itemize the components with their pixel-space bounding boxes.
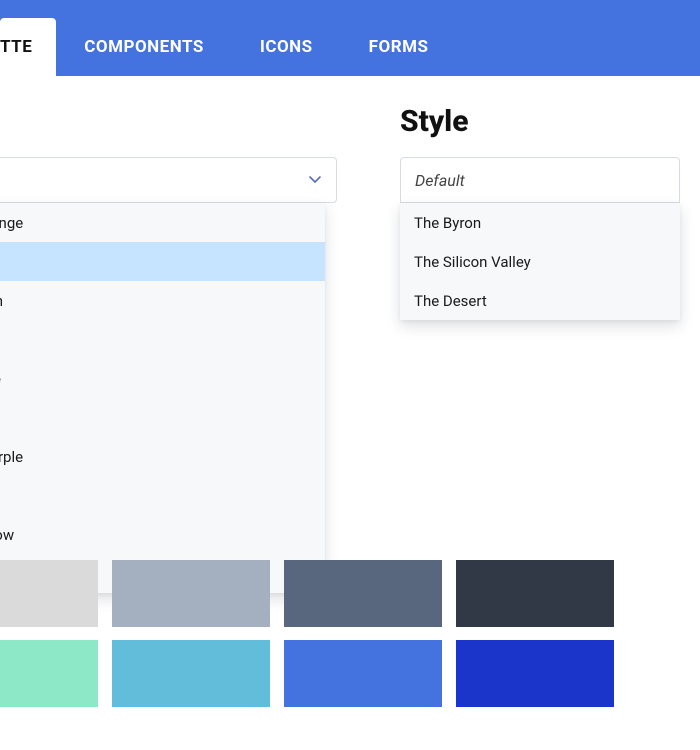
option-label: The Desert (414, 292, 487, 310)
palette-select[interactable]: lt (0, 157, 337, 203)
tab-label: TTE (0, 37, 32, 57)
palette-option-tropical-yellow[interactable]: al Yellow (0, 515, 325, 554)
option-label: The Byron (414, 214, 481, 232)
tab-palette[interactable]: TTE (0, 18, 56, 76)
color-swatch[interactable] (284, 640, 442, 707)
tab-icons[interactable]: ICONS (232, 18, 341, 76)
palette-option-lavender-purple[interactable]: der Purple (0, 437, 325, 476)
style-select-value: Default (415, 171, 465, 190)
tab-forms[interactable]: FORMS (341, 18, 457, 76)
swatch-row (0, 560, 700, 627)
palette-column: tte lt nn Orange n Blue t Gr (0, 104, 340, 593)
color-swatch[interactable] (112, 560, 270, 627)
style-column: Style Default The Byron The Silicon Vall… (400, 104, 680, 593)
palette-option-forest-green[interactable]: t Green (0, 281, 325, 320)
style-option-byron[interactable]: The Byron (400, 203, 680, 242)
tab-components[interactable]: COMPONENTS (56, 18, 232, 76)
palette-option-ocean-blue[interactable]: n Blue (0, 242, 325, 281)
chevron-down-icon (308, 173, 322, 187)
color-swatch[interactable] (456, 560, 614, 627)
palette-option-desert-beige[interactable]: t Beige (0, 359, 325, 398)
option-label: al Yellow (0, 526, 14, 544)
tab-bar: TTE COMPONENTS ICONS FORMS (0, 0, 700, 76)
swatch-row (0, 640, 700, 707)
color-swatch[interactable] (0, 560, 98, 627)
style-dropdown: The Byron The Silicon Valley The Desert (400, 203, 680, 320)
palette-option-autumn-orange[interactable]: nn Orange (0, 203, 325, 242)
option-label: nn Orange (0, 214, 23, 232)
color-swatch[interactable] (456, 640, 614, 707)
palette-option-red[interactable]: Red (0, 476, 325, 515)
style-title: Style (400, 104, 680, 139)
option-label: der Purple (0, 448, 23, 466)
color-swatch[interactable] (0, 640, 98, 707)
palette-dropdown: nn Orange n Blue t Green t Pink t Beige (0, 203, 325, 593)
tab-label: FORMS (369, 37, 429, 57)
style-select[interactable]: Default (400, 157, 680, 203)
tab-label: ICONS (260, 37, 313, 57)
tab-label: COMPONENTS (84, 37, 204, 57)
option-label: t Green (0, 292, 3, 310)
palette-title: tte (0, 104, 337, 139)
option-label: The Silicon Valley (414, 253, 531, 271)
color-swatch[interactable] (284, 560, 442, 627)
palette-option-gray[interactable]: ay (0, 398, 325, 437)
style-option-silicon-valley[interactable]: The Silicon Valley (400, 242, 680, 281)
swatch-grid (0, 560, 700, 720)
content-area: tte lt nn Orange n Blue t Gr (0, 76, 700, 593)
palette-option-sunset-pink[interactable]: t Pink (0, 320, 325, 359)
style-option-desert[interactable]: The Desert (400, 281, 680, 320)
color-swatch[interactable] (112, 640, 270, 707)
option-label: t Beige (0, 370, 1, 388)
